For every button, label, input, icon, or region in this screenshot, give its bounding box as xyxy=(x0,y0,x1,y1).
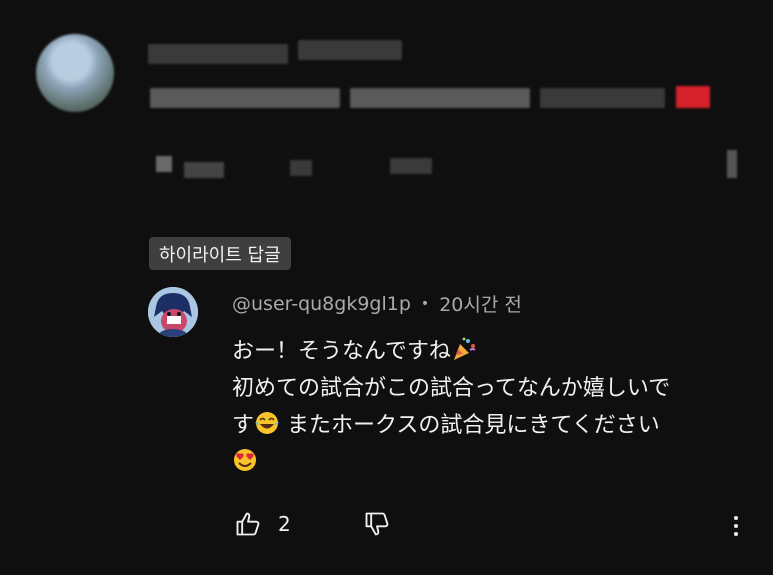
party-popper-icon xyxy=(451,336,477,362)
reply-text: おー！そうなんですね 初めての試合がこの試合ってなんか嬉しいで す またホークス… xyxy=(232,333,742,481)
thumbs-up-icon xyxy=(236,512,260,536)
timestamp[interactable]: 20시간 전 xyxy=(439,290,522,317)
reply-text-line3b: またホークスの試合見にきてください xyxy=(287,413,660,438)
more-options-button[interactable] xyxy=(724,510,748,542)
blurred-parent-avatar xyxy=(36,34,114,112)
thumbs-down-icon xyxy=(365,512,389,536)
like-count: 2 xyxy=(278,512,291,536)
reply-text-line2: 初めての試合がこの試合ってなんか嬉しいで xyxy=(232,376,671,401)
heart-eyes-icon xyxy=(232,447,258,473)
reply-text-line3a: す xyxy=(232,413,255,438)
reply-text-line1: おー！そうなんですね xyxy=(232,339,451,364)
dislike-button[interactable] xyxy=(361,508,393,540)
author-name[interactable]: @user-qu8gk9gl1p xyxy=(232,293,411,315)
separator-dot: • xyxy=(420,295,430,312)
more-dot-icon xyxy=(734,524,738,528)
reply-header: @user-qu8gk9gl1p • 20시간 전 xyxy=(232,290,522,317)
highlighted-reply-tag: 하이라이트 답글 xyxy=(149,237,291,270)
like-button[interactable] xyxy=(232,508,264,540)
tears-of-joy-icon xyxy=(254,410,280,436)
reply-actions: 2 xyxy=(232,508,393,540)
more-dot-icon xyxy=(734,532,738,536)
avatar[interactable] xyxy=(148,287,198,337)
more-dot-icon xyxy=(734,516,738,520)
